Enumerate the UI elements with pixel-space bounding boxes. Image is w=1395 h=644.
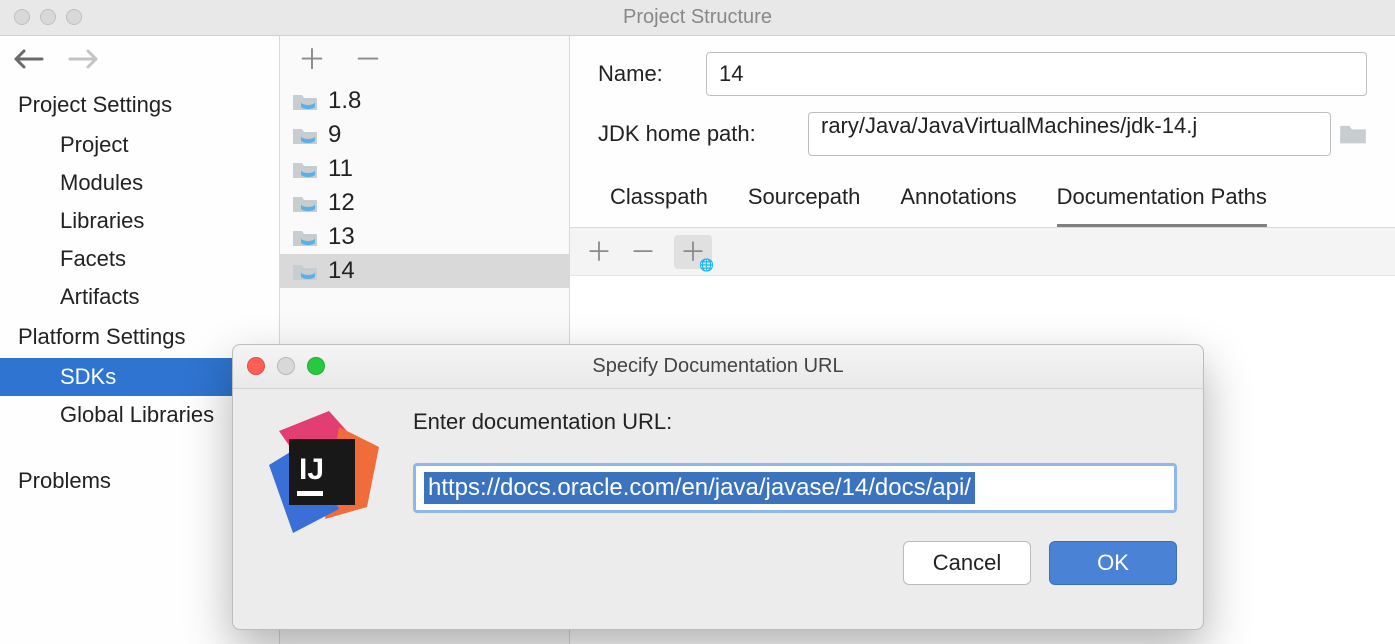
sdk-folder-icon	[292, 261, 318, 281]
sdk-item-label: 12	[328, 189, 355, 217]
sidebar-item-facets[interactable]: Facets	[0, 240, 279, 278]
doc-paths-toolbar: ＋ － ＋🌐	[570, 228, 1395, 276]
sdk-item-label: 11	[328, 155, 353, 183]
sdk-folder-icon	[292, 91, 318, 111]
window-title: Project Structure	[623, 6, 772, 29]
zoom-window-dot[interactable]	[66, 9, 82, 25]
dialog-title: Specify Documentation URL	[592, 355, 843, 378]
sidebar-item-artifacts[interactable]: Artifacts	[0, 278, 279, 316]
name-row: Name:	[570, 36, 1395, 96]
add-url-icon[interactable]: ＋🌐	[674, 235, 712, 269]
sdk-folder-icon	[292, 193, 318, 213]
remove-sdk-icon[interactable]: －	[354, 46, 382, 74]
browse-folder-icon[interactable]	[1339, 122, 1367, 146]
path-input[interactable]: rary/Java/JavaVirtualMachines/jdk-14.j	[808, 112, 1331, 156]
forward-arrow-icon[interactable]	[68, 45, 98, 76]
dialog-traffic-lights	[247, 357, 325, 375]
name-input[interactable]	[706, 52, 1367, 96]
window-traffic-lights	[14, 9, 82, 25]
sdk-item-label: 13	[328, 223, 355, 251]
sdk-item-9[interactable]: 9	[280, 118, 569, 152]
sdk-folder-icon	[292, 125, 318, 145]
specify-url-dialog: Specify Documentation URL IJ Enter docum…	[232, 344, 1204, 630]
intellij-logo-icon: IJ	[259, 409, 389, 539]
dialog-minimize-icon	[277, 357, 295, 375]
tab-sourcepath[interactable]: Sourcepath	[748, 184, 861, 227]
tab-annotations[interactable]: Annotations	[900, 184, 1016, 227]
window-titlebar: Project Structure	[0, 0, 1395, 36]
dialog-body: IJ Enter documentation URL: https://docs…	[233, 389, 1203, 605]
sidebar-heading-project-settings: Project Settings	[0, 84, 279, 126]
sdk-item-13[interactable]: 13	[280, 220, 569, 254]
minimize-window-dot[interactable]	[40, 9, 56, 25]
name-label: Name:	[598, 61, 706, 87]
sdk-folder-icon	[292, 227, 318, 247]
path-label: JDK home path:	[598, 121, 808, 147]
sidebar-item-libraries[interactable]: Libraries	[0, 202, 279, 240]
dialog-buttons: Cancel OK	[413, 541, 1177, 585]
sdk-item-label: 14	[328, 257, 355, 285]
back-arrow-icon[interactable]	[14, 45, 44, 76]
sidebar-item-modules[interactable]: Modules	[0, 164, 279, 202]
nav-arrows	[0, 36, 279, 84]
tab-classpath[interactable]: Classpath	[610, 184, 708, 227]
dialog-titlebar: Specify Documentation URL	[233, 345, 1203, 389]
cancel-button[interactable]: Cancel	[903, 541, 1031, 585]
dialog-close-icon[interactable]	[247, 357, 265, 375]
remove-path-icon[interactable]: －	[630, 239, 656, 265]
sdk-list-toolbar: ＋ －	[280, 36, 569, 84]
dialog-zoom-icon[interactable]	[307, 357, 325, 375]
sidebar-item-project[interactable]: Project	[0, 126, 279, 164]
svg-text:IJ: IJ	[299, 453, 324, 486]
sdk-item-14[interactable]: 14	[280, 254, 569, 288]
dialog-prompt-label: Enter documentation URL:	[413, 409, 1177, 435]
sdk-item-label: 9	[328, 121, 341, 149]
path-row: JDK home path: rary/Java/JavaVirtualMach…	[570, 96, 1395, 156]
add-sdk-icon[interactable]: ＋	[298, 46, 326, 74]
add-path-icon[interactable]: ＋	[586, 239, 612, 265]
tab-documentation-paths[interactable]: Documentation Paths	[1057, 184, 1267, 227]
sdk-item-label: 1.8	[328, 87, 361, 115]
sdk-item-1-8[interactable]: 1.8	[280, 84, 569, 118]
dialog-form: Enter documentation URL: https://docs.or…	[413, 409, 1177, 585]
url-input-text[interactable]: https://docs.oracle.com/en/java/javase/1…	[424, 472, 975, 504]
sdk-folder-icon	[292, 159, 318, 179]
sdk-item-12[interactable]: 12	[280, 186, 569, 220]
sdk-item-11[interactable]: 11	[280, 152, 569, 186]
ok-button[interactable]: OK	[1049, 541, 1177, 585]
close-window-dot[interactable]	[14, 9, 30, 25]
sdk-tabs: Classpath Sourcepath Annotations Documentat…	[570, 156, 1395, 228]
url-input[interactable]: https://docs.oracle.com/en/java/javase/1…	[413, 463, 1177, 513]
